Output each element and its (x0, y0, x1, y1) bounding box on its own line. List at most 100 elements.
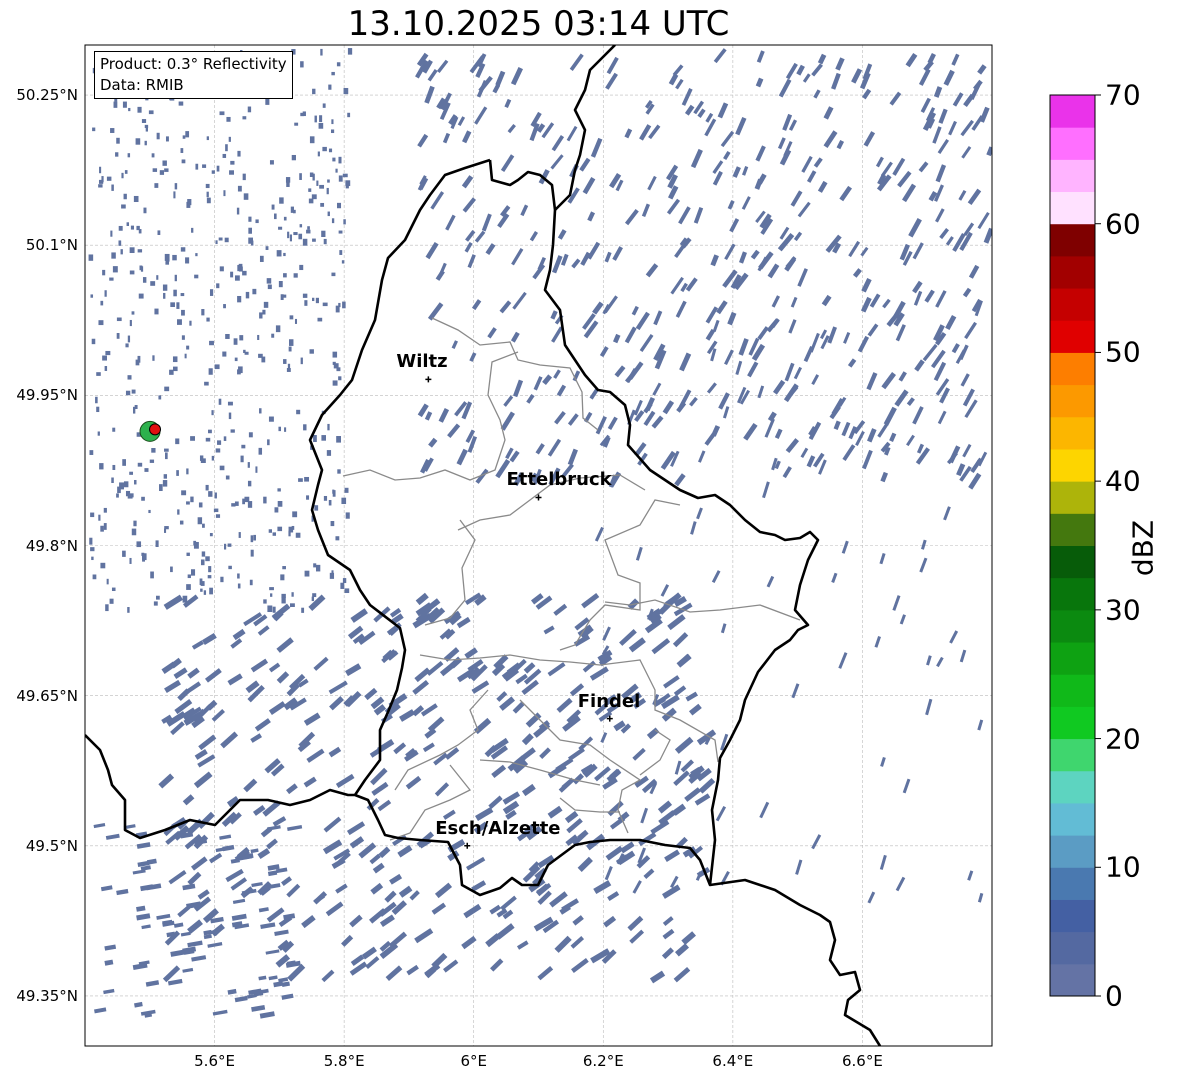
echo-speck (201, 632, 217, 645)
echo-speck (520, 204, 529, 217)
echo-speck (215, 240, 218, 245)
echo-speck (571, 258, 581, 269)
echo-speck (208, 491, 213, 497)
echo-speck (251, 1004, 266, 1012)
echo-speck (961, 146, 972, 159)
echo-speck (229, 170, 235, 175)
echo-speck (237, 264, 242, 272)
echo-speck (587, 241, 601, 260)
echo-speck (247, 106, 252, 113)
echo-speck (123, 193, 127, 200)
echo-speck (299, 224, 303, 228)
echo-speck (164, 448, 169, 452)
echo-speck (128, 107, 131, 112)
city-label: Findel (577, 690, 641, 712)
echo-speck (173, 289, 177, 297)
echo-speck (892, 157, 906, 176)
echo-speck (230, 271, 234, 278)
echo-speck (959, 649, 967, 663)
echo-speck (782, 466, 792, 479)
echo-speck (207, 942, 223, 948)
echo-speck (696, 507, 703, 520)
echo-speck (219, 266, 224, 272)
echo-speck (495, 70, 506, 87)
echo-speck (173, 191, 176, 199)
colorbar-tick-label: 0 (1105, 979, 1123, 1013)
echo-speck (443, 959, 459, 973)
echo-speck (321, 435, 326, 441)
reflectivity-echoes (88, 48, 992, 1019)
echo-speck (137, 462, 143, 467)
echo-speck (242, 270, 247, 276)
echo-speck (211, 455, 215, 461)
echo-speck (219, 834, 232, 840)
echo-speck (313, 656, 329, 671)
echo-speck (331, 71, 335, 76)
echo-speck (181, 490, 187, 496)
echo-speck (216, 283, 220, 289)
echo-speck (247, 501, 253, 508)
echo-speck (191, 227, 194, 233)
echo-speck (209, 587, 213, 595)
echo-speck (602, 626, 611, 641)
echo-speck (131, 528, 137, 536)
echo-speck (155, 540, 159, 547)
echo-speck (778, 78, 792, 98)
echo-speck (436, 59, 449, 73)
echo-speck (590, 137, 603, 158)
echo-speck (104, 944, 117, 951)
echo-speck (389, 873, 403, 885)
echo-speck (738, 251, 747, 264)
echo-speck (723, 150, 731, 161)
echo-speck (173, 922, 184, 928)
echo-speck (287, 231, 290, 239)
echo-speck (328, 746, 342, 758)
echo-speck (977, 892, 984, 903)
echo-speck (195, 163, 199, 170)
echo-speck (572, 915, 584, 926)
echo-speck (113, 101, 118, 108)
echo-speck (533, 376, 543, 391)
echo-speck (168, 869, 187, 885)
echo-speck (181, 159, 186, 164)
echo-speck (743, 422, 758, 441)
echo-speck (202, 164, 207, 168)
echo-speck (685, 691, 698, 702)
echo-speck (247, 462, 250, 468)
echo-speck (298, 233, 303, 240)
echo-speck (295, 532, 301, 538)
echo-speck (170, 302, 175, 307)
echo-speck (162, 160, 167, 166)
echo-speck (964, 321, 978, 340)
echo-speck (187, 871, 202, 886)
echo-speck (535, 443, 545, 455)
echo-speck (336, 367, 341, 372)
echo-speck (967, 188, 982, 206)
echo-speck (521, 679, 539, 695)
echo-speck (122, 101, 127, 108)
echo-speck (232, 628, 246, 641)
echo-speck (223, 304, 226, 309)
echo-speck (232, 898, 246, 905)
echo-speck (424, 411, 433, 421)
echo-speck (388, 931, 408, 949)
echo-speck (831, 572, 838, 583)
echo-speck (456, 448, 468, 466)
echo-speck (254, 718, 271, 732)
echo-speck (253, 534, 256, 541)
echo-speck (817, 180, 828, 193)
echo-speck (503, 395, 514, 407)
echo-speck (797, 201, 811, 218)
echo-speck (398, 885, 413, 898)
echo-speck (215, 448, 221, 453)
echo-speck (303, 776, 317, 788)
echo-speck (320, 202, 325, 207)
echo-speck (106, 578, 109, 585)
echo-speck (899, 614, 906, 625)
echo-speck (569, 53, 584, 71)
echo-speck (228, 136, 231, 142)
echo-speck (332, 380, 338, 386)
echo-speck (125, 343, 129, 348)
echo-speck (314, 115, 317, 123)
echo-speck (252, 804, 266, 816)
